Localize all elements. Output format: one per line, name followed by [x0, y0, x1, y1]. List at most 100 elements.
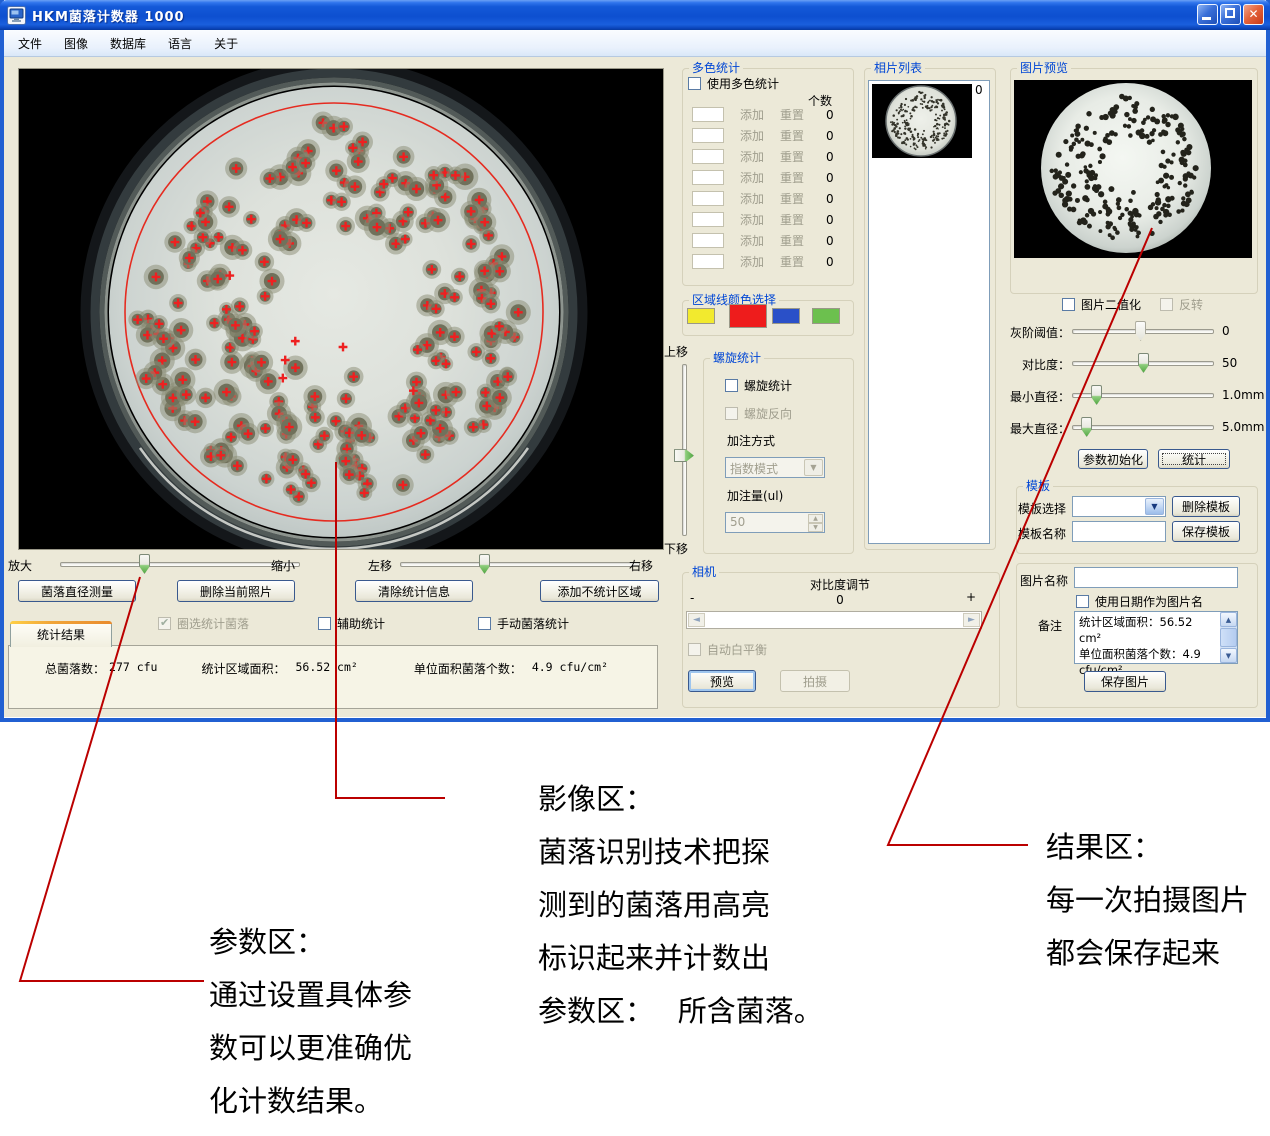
- color-swatch[interactable]: [692, 107, 724, 122]
- multicolor-row: 添加重置0: [686, 146, 848, 167]
- close-button[interactable]: ✕: [1243, 4, 1264, 25]
- region-color-red-selected[interactable]: [729, 304, 767, 328]
- spiral-count-checkbox[interactable]: 螺旋统计: [725, 378, 792, 392]
- fill-mode-combo: 指数模式▼: [725, 457, 825, 478]
- chevron-down-icon[interactable]: ▼: [1145, 498, 1164, 515]
- circle-select-checkbox: 圈选统计菌落: [158, 616, 249, 630]
- pan-right-label: 右移: [629, 557, 653, 574]
- gray-threshold-value: 0: [1222, 324, 1230, 338]
- app-icon: [7, 6, 26, 25]
- clear-stats-button[interactable]: 清除统计信息: [355, 580, 473, 602]
- count-value: 0: [826, 108, 834, 122]
- add-button: 添加: [740, 232, 764, 249]
- template-group-title: 模板: [1023, 479, 1053, 493]
- template-select-label: 模板选择: [1018, 500, 1066, 517]
- maximize-button[interactable]: [1220, 4, 1241, 25]
- slider-thumb[interactable]: [479, 554, 490, 574]
- region-color-green[interactable]: [812, 308, 840, 324]
- use-multicolor-checkbox[interactable]: 使用多色统计: [688, 76, 779, 90]
- slider-thumb[interactable]: [139, 554, 150, 574]
- reset-button: 重置: [780, 232, 804, 249]
- menu-item-database[interactable]: 数据库: [102, 33, 154, 54]
- manual-count-checkbox[interactable]: 手动菌落统计: [478, 616, 569, 630]
- color-swatch[interactable]: [692, 233, 724, 248]
- region-color-blue[interactable]: [772, 308, 800, 324]
- slider-thumb[interactable]: [674, 449, 694, 462]
- color-swatch[interactable]: [692, 191, 724, 206]
- scroll-right-icon[interactable]: ►: [963, 613, 980, 627]
- max-diameter-slider[interactable]: [1072, 417, 1214, 437]
- multicolor-row: 添加重置0: [686, 209, 848, 230]
- add-exclude-region-button[interactable]: 添加不统计区域: [540, 580, 659, 602]
- zoom-slider[interactable]: [60, 554, 300, 574]
- template-select-combo[interactable]: ▼: [1072, 496, 1166, 517]
- slider-thumb[interactable]: [1135, 321, 1146, 341]
- pan-horizontal-slider[interactable]: [400, 554, 640, 574]
- slider-thumb[interactable]: [1081, 417, 1092, 437]
- slider-thumb[interactable]: [1091, 385, 1102, 405]
- color-swatch[interactable]: [692, 212, 724, 227]
- min-diameter-value: 1.0mm: [1222, 388, 1264, 402]
- photo-listbox[interactable]: 0: [868, 80, 990, 544]
- slider-track: [1072, 425, 1214, 430]
- delete-photo-button[interactable]: 删除当前照片: [177, 580, 295, 602]
- pan-left-label: 左移: [368, 557, 392, 574]
- camera-preview-button[interactable]: 预览: [688, 670, 756, 692]
- multicolor-row: 添加重置0: [686, 125, 848, 146]
- template-name-input[interactable]: [1072, 521, 1166, 542]
- add-button: 添加: [740, 106, 764, 123]
- menu-item-file[interactable]: 文件: [10, 33, 50, 54]
- camera-contrast-plus: +: [966, 590, 976, 604]
- count-button[interactable]: 统计: [1158, 449, 1230, 469]
- camera-contrast-value: 0: [682, 593, 998, 607]
- color-swatch[interactable]: [692, 149, 724, 164]
- color-swatch[interactable]: [692, 170, 724, 185]
- reset-button: 重置: [780, 169, 804, 186]
- zoom-out-label: 缩小: [271, 557, 295, 574]
- add-button: 添加: [740, 211, 764, 228]
- contrast-slider[interactable]: [1072, 353, 1214, 373]
- scrollbar-thumb[interactable]: [1220, 628, 1237, 647]
- image-name-input[interactable]: [1074, 567, 1238, 588]
- multicolor-row: 添加重置0: [686, 251, 848, 272]
- menu-item-about[interactable]: 关于: [206, 33, 246, 54]
- minimize-button[interactable]: [1197, 4, 1218, 25]
- use-date-name-checkbox[interactable]: 使用日期作为图片名: [1076, 594, 1203, 608]
- slider-thumb[interactable]: [1138, 353, 1149, 373]
- count-value: 0: [826, 255, 834, 269]
- init-params-button[interactable]: 参数初始化: [1078, 449, 1148, 469]
- pan-vertical-slider[interactable]: [674, 364, 694, 536]
- reset-button: 重置: [780, 190, 804, 207]
- add-button: 添加: [740, 169, 764, 186]
- multicolor-row: 添加重置0: [686, 188, 848, 209]
- measure-diameter-button[interactable]: 菌落直径测量: [18, 580, 136, 602]
- scroll-up-icon[interactable]: ▲: [1220, 612, 1237, 627]
- camera-contrast-scrollbar[interactable]: ◄ ►: [686, 611, 982, 629]
- annotation-param-area: 参数区： 通过设置具体参 数可以更准确优 化计数结果。: [209, 916, 412, 1128]
- delete-template-button[interactable]: 删除模板: [1172, 496, 1240, 517]
- color-swatch[interactable]: [692, 128, 724, 143]
- slider-track: [400, 562, 640, 567]
- binarize-checkbox[interactable]: 图片二值化: [1062, 297, 1141, 311]
- scroll-down-icon[interactable]: ▼: [1220, 648, 1237, 663]
- photo-thumbnail[interactable]: [872, 84, 972, 158]
- scroll-left-icon[interactable]: ◄: [688, 613, 705, 627]
- note-textarea[interactable]: 统计区域面积：56.52 cm² 单位面积菌落个数：4.9 cfu/cm² ▲ …: [1074, 611, 1238, 664]
- count-value: 0: [826, 213, 834, 227]
- save-image-button[interactable]: 保存图片: [1084, 671, 1166, 692]
- title-bar[interactable]: HKM菌落计数器 1000 ✕: [0, 0, 1270, 30]
- tab-stats-result[interactable]: 统计结果: [10, 621, 112, 647]
- photo-index-label: 0: [975, 83, 983, 97]
- min-diameter-slider[interactable]: [1072, 385, 1214, 405]
- region-color-yellow[interactable]: [687, 308, 715, 324]
- menu-item-language[interactable]: 语言: [160, 33, 200, 54]
- assist-count-checkbox[interactable]: 辅助统计: [318, 616, 385, 630]
- main-image-area[interactable]: [18, 68, 664, 550]
- color-swatch[interactable]: [692, 254, 724, 269]
- menu-item-image[interactable]: 图像: [56, 33, 96, 54]
- save-template-button[interactable]: 保存模板: [1172, 521, 1240, 542]
- note-scrollbar[interactable]: ▲ ▼: [1220, 612, 1237, 663]
- multicolor-row: 添加重置0: [686, 167, 848, 188]
- gray-threshold-slider[interactable]: [1072, 321, 1214, 341]
- image-name-label: 图片名称: [1020, 572, 1068, 589]
